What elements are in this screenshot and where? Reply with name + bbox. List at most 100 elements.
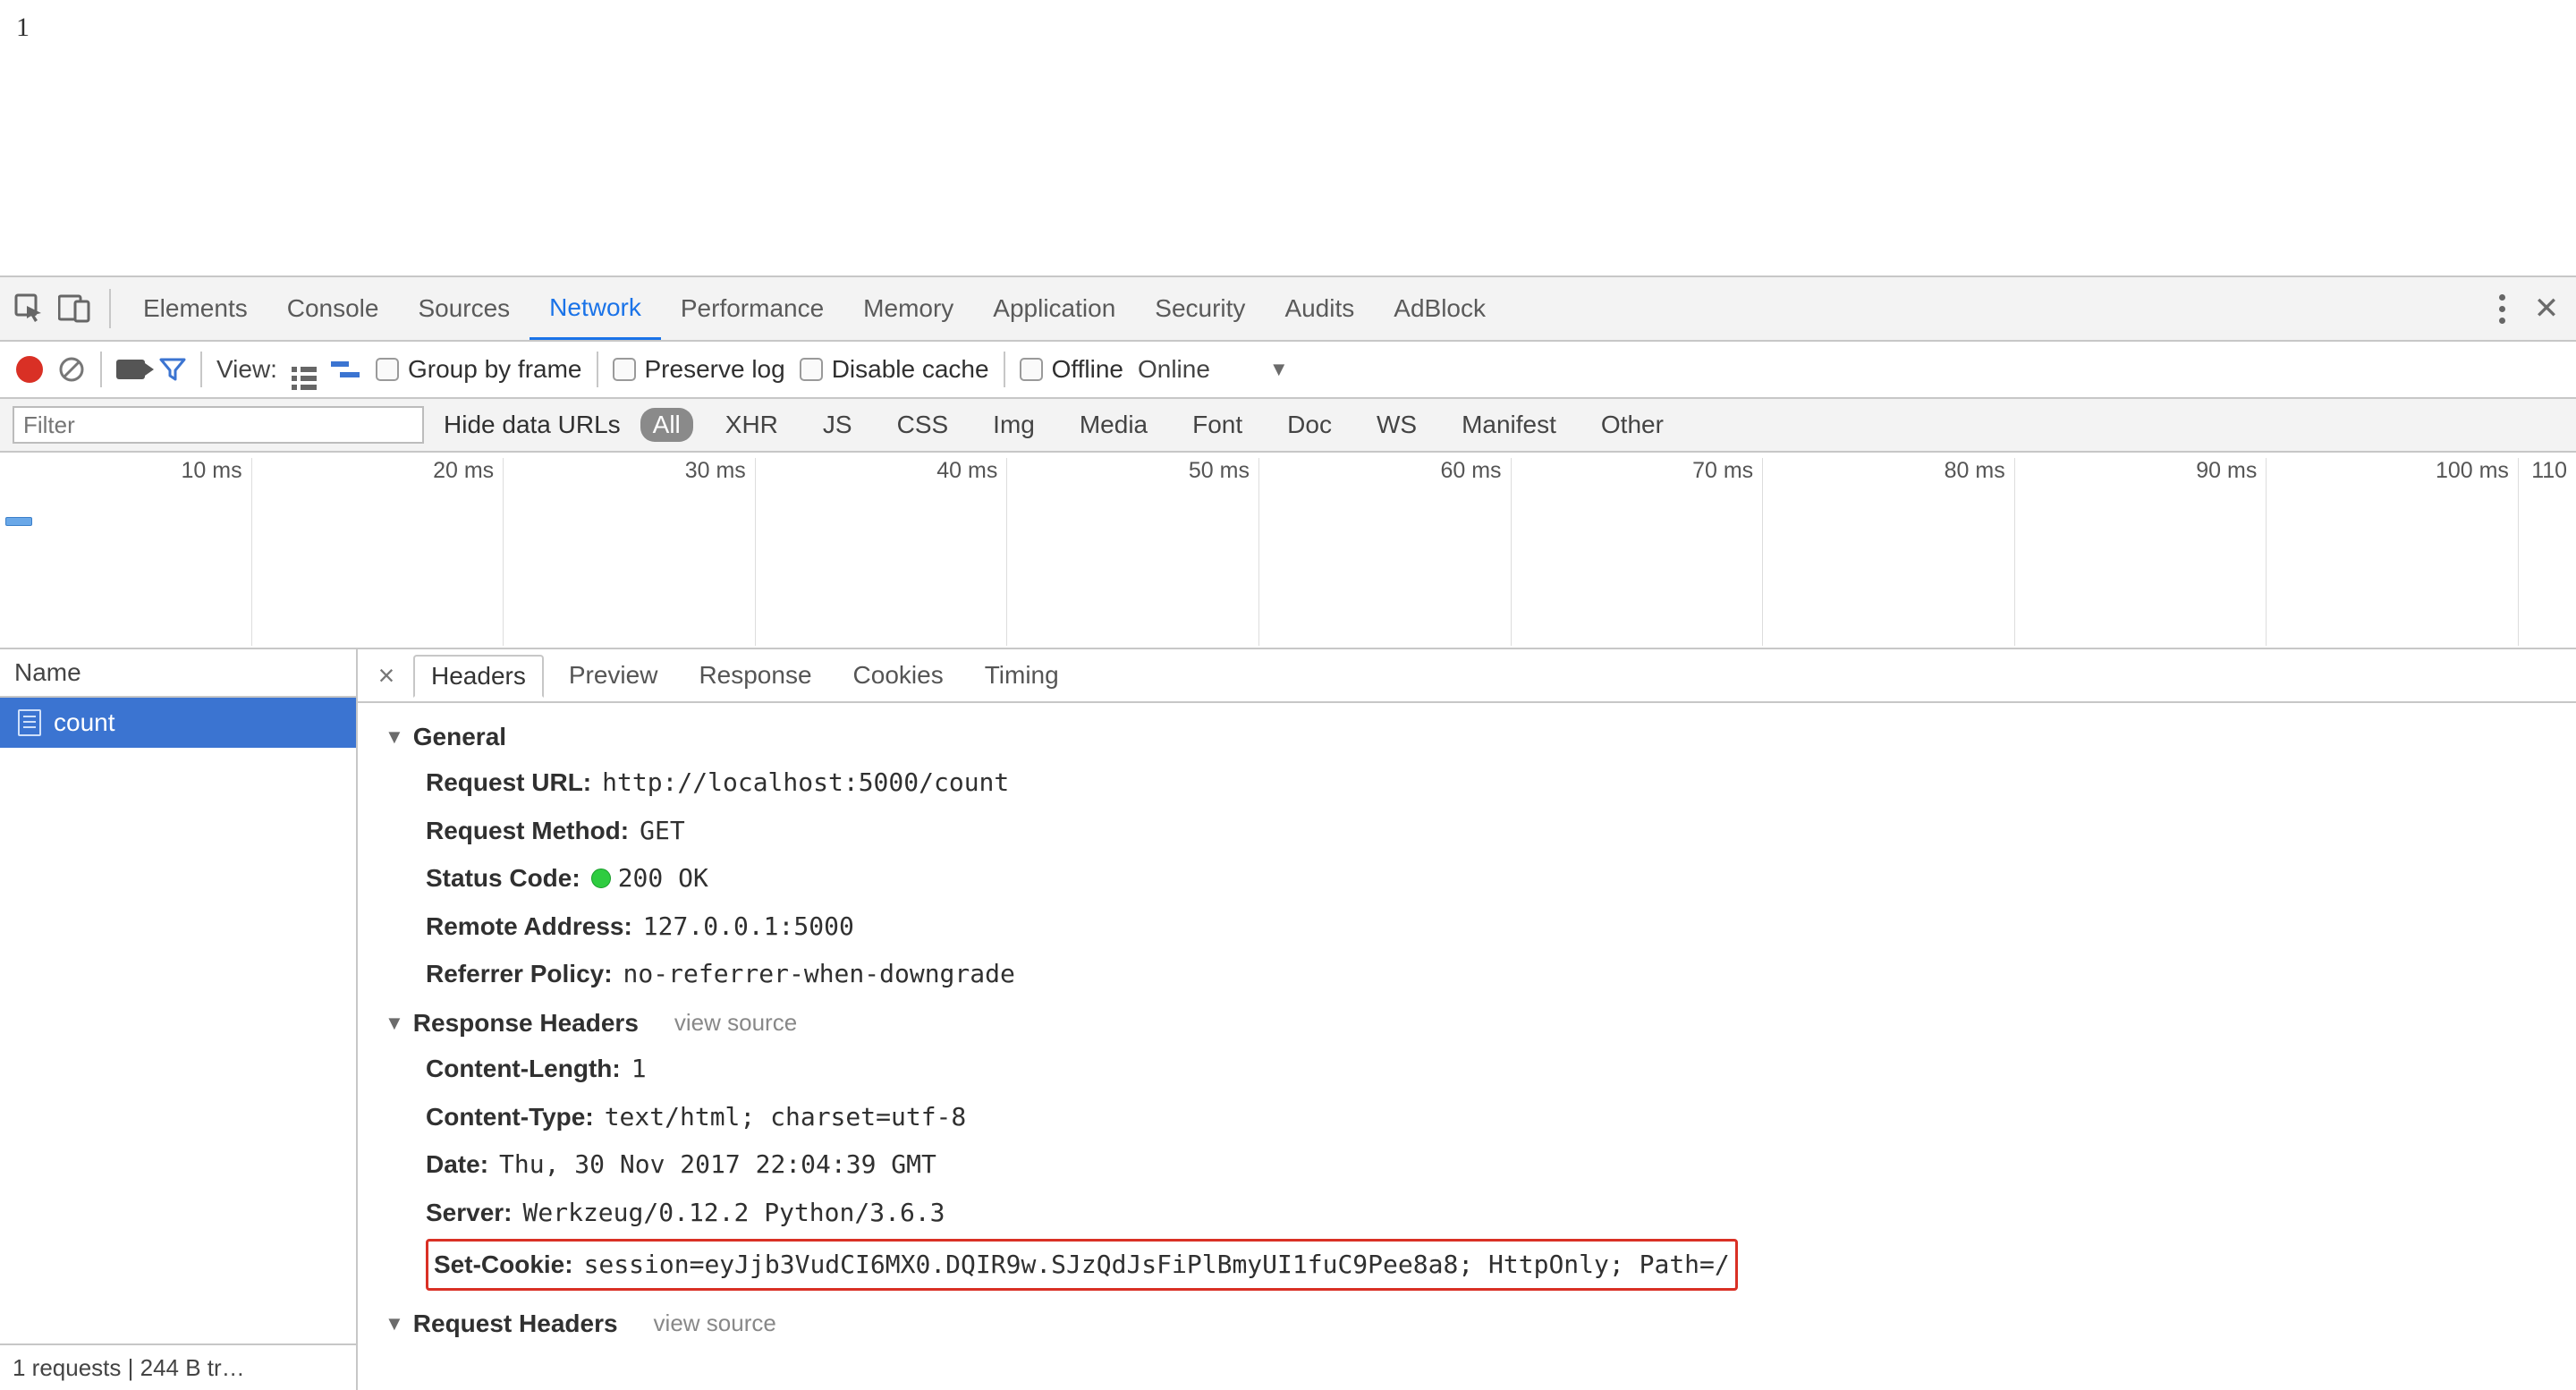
detail-tab-headers[interactable]: Headers — [413, 655, 544, 698]
detail-tab-preview[interactable]: Preview — [553, 656, 674, 695]
timeline-tick: 100 ms — [2267, 458, 2519, 646]
disclosure-triangle-icon: ▼ — [385, 1012, 404, 1035]
request-list-header-name[interactable]: Name — [0, 649, 356, 698]
device-toggle-icon[interactable] — [52, 286, 97, 331]
disclosure-triangle-icon: ▼ — [385, 1312, 404, 1335]
timeline-tick: 10 ms — [0, 458, 252, 646]
detail-tab-timing[interactable]: Timing — [969, 656, 1075, 695]
label-request-url: Request URL: — [426, 761, 591, 804]
timeline-tick: 40 ms — [756, 458, 1008, 646]
more-icon[interactable] — [2479, 286, 2524, 331]
filter-type-js[interactable]: JS — [810, 408, 865, 442]
label-date: Date: — [426, 1143, 488, 1186]
devtools-panel: Elements Console Sources Network Perform… — [0, 275, 2576, 1390]
label-status-code: Status Code: — [426, 857, 580, 900]
record-button[interactable] — [16, 356, 43, 383]
tab-sources[interactable]: Sources — [398, 277, 530, 340]
label-server: Server: — [426, 1191, 513, 1234]
filter-type-other[interactable]: Other — [1589, 408, 1676, 442]
tab-performance[interactable]: Performance — [661, 277, 843, 340]
section-response-headers[interactable]: ▼ Response Headers view source — [385, 1009, 2549, 1038]
throttling-select[interactable]: Online — [1138, 355, 1210, 384]
separator — [1004, 352, 1005, 387]
label-referrer-policy: Referrer Policy: — [426, 953, 613, 996]
filter-type-all[interactable]: All — [640, 408, 693, 442]
detail-tab-cookies[interactable]: Cookies — [837, 656, 960, 695]
close-devtools-icon[interactable]: ✕ — [2524, 286, 2569, 331]
tab-network[interactable]: Network — [530, 277, 661, 340]
request-name: count — [54, 708, 115, 737]
view-label: View: — [216, 355, 277, 384]
request-summary: 1 requests | 244 B tr… — [0, 1343, 356, 1390]
value-status-code: 200 OK — [591, 857, 708, 900]
hide-data-urls-label: Hide data URLs — [444, 411, 621, 438]
disclosure-triangle-icon: ▼ — [385, 725, 404, 749]
value-request-url: http://localhost:5000/count — [602, 761, 1009, 804]
filter-input[interactable] — [13, 406, 424, 444]
filter-type-media[interactable]: Media — [1067, 408, 1160, 442]
hide-data-urls-checkbox[interactable]: Hide data URLs — [444, 411, 621, 439]
value-content-type: text/html; charset=utf-8 — [605, 1096, 967, 1139]
timeline-tick: 90 ms — [2015, 458, 2267, 646]
filter-type-font[interactable]: Font — [1180, 408, 1255, 442]
offline-label: Offline — [1052, 355, 1123, 384]
detail-tabbar: × Headers Preview Response Cookies Timin… — [358, 649, 2576, 703]
tab-console[interactable]: Console — [267, 277, 399, 340]
timeline-tick: 50 ms — [1007, 458, 1259, 646]
tab-application[interactable]: Application — [973, 277, 1135, 340]
filter-type-ws[interactable]: WS — [1364, 408, 1429, 442]
timeline-request-marker — [5, 517, 32, 526]
value-request-method: GET — [640, 809, 685, 852]
document-icon — [18, 709, 41, 736]
filter-type-img[interactable]: Img — [980, 408, 1047, 442]
group-by-frame-checkbox[interactable]: Group by frame — [376, 355, 582, 384]
detail-tab-response[interactable]: Response — [682, 656, 827, 695]
view-source-link[interactable]: view source — [654, 1309, 776, 1337]
network-toolbar: View: Group by frame Preserve log Disabl… — [0, 342, 2576, 399]
timeline-tick: 20 ms — [252, 458, 504, 646]
close-detail-icon[interactable]: × — [369, 659, 404, 692]
status-dot-icon — [591, 869, 611, 888]
separator — [100, 352, 102, 387]
separator — [597, 352, 598, 387]
detail-body: ▼ General Request URL: http://localhost:5… — [358, 703, 2576, 1390]
section-request-headers[interactable]: ▼ Request Headers view source — [385, 1309, 2549, 1338]
value-content-length: 1 — [631, 1047, 647, 1090]
view-source-link[interactable]: view source — [674, 1009, 797, 1037]
group-by-frame-label: Group by frame — [408, 355, 582, 384]
tab-memory[interactable]: Memory — [843, 277, 973, 340]
timeline-overview[interactable]: 10 ms 20 ms 30 ms 40 ms 50 ms 60 ms 70 m… — [0, 453, 2576, 649]
offline-checkbox[interactable]: Offline — [1020, 355, 1123, 384]
timeline-tick: 30 ms — [504, 458, 756, 646]
label-request-method: Request Method: — [426, 809, 629, 852]
tab-security[interactable]: Security — [1135, 277, 1265, 340]
filter-type-doc[interactable]: Doc — [1275, 408, 1344, 442]
tab-elements[interactable]: Elements — [123, 277, 267, 340]
timeline-tick: 110 — [2519, 458, 2576, 646]
preserve-log-checkbox[interactable]: Preserve log — [613, 355, 785, 384]
network-filterbar: Hide data URLs All XHR JS CSS Img Media … — [0, 399, 2576, 453]
value-set-cookie: session=eyJjb3VudCI6MX0.DQIR9w.SJzQdJsFi… — [584, 1243, 1730, 1286]
filter-icon[interactable] — [159, 356, 186, 383]
view-large-icon[interactable] — [292, 350, 317, 390]
camera-icon[interactable] — [116, 360, 145, 379]
disable-cache-checkbox[interactable]: Disable cache — [800, 355, 989, 384]
label-content-length: Content-Length: — [426, 1047, 621, 1090]
section-request-headers-title: Request Headers — [413, 1309, 618, 1338]
filter-type-manifest[interactable]: Manifest — [1449, 408, 1569, 442]
inspect-icon[interactable] — [7, 286, 52, 331]
tab-adblock[interactable]: AdBlock — [1374, 277, 1505, 340]
value-date: Thu, 30 Nov 2017 22:04:39 GMT — [499, 1143, 936, 1186]
separator — [200, 352, 202, 387]
section-general[interactable]: ▼ General — [385, 723, 2549, 751]
view-waterfall-icon[interactable] — [331, 358, 361, 381]
tab-audits[interactable]: Audits — [1265, 277, 1374, 340]
filter-type-xhr[interactable]: XHR — [713, 408, 791, 442]
request-row-count[interactable]: count — [0, 698, 356, 748]
devtools-tabbar: Elements Console Sources Network Perform… — [0, 277, 2576, 342]
chevron-down-icon[interactable]: ▼ — [1269, 358, 1289, 381]
filter-type-css[interactable]: CSS — [885, 408, 962, 442]
label-remote-address: Remote Address: — [426, 905, 632, 948]
timeline-tick: 70 ms — [1512, 458, 1764, 646]
clear-icon[interactable] — [57, 355, 86, 384]
